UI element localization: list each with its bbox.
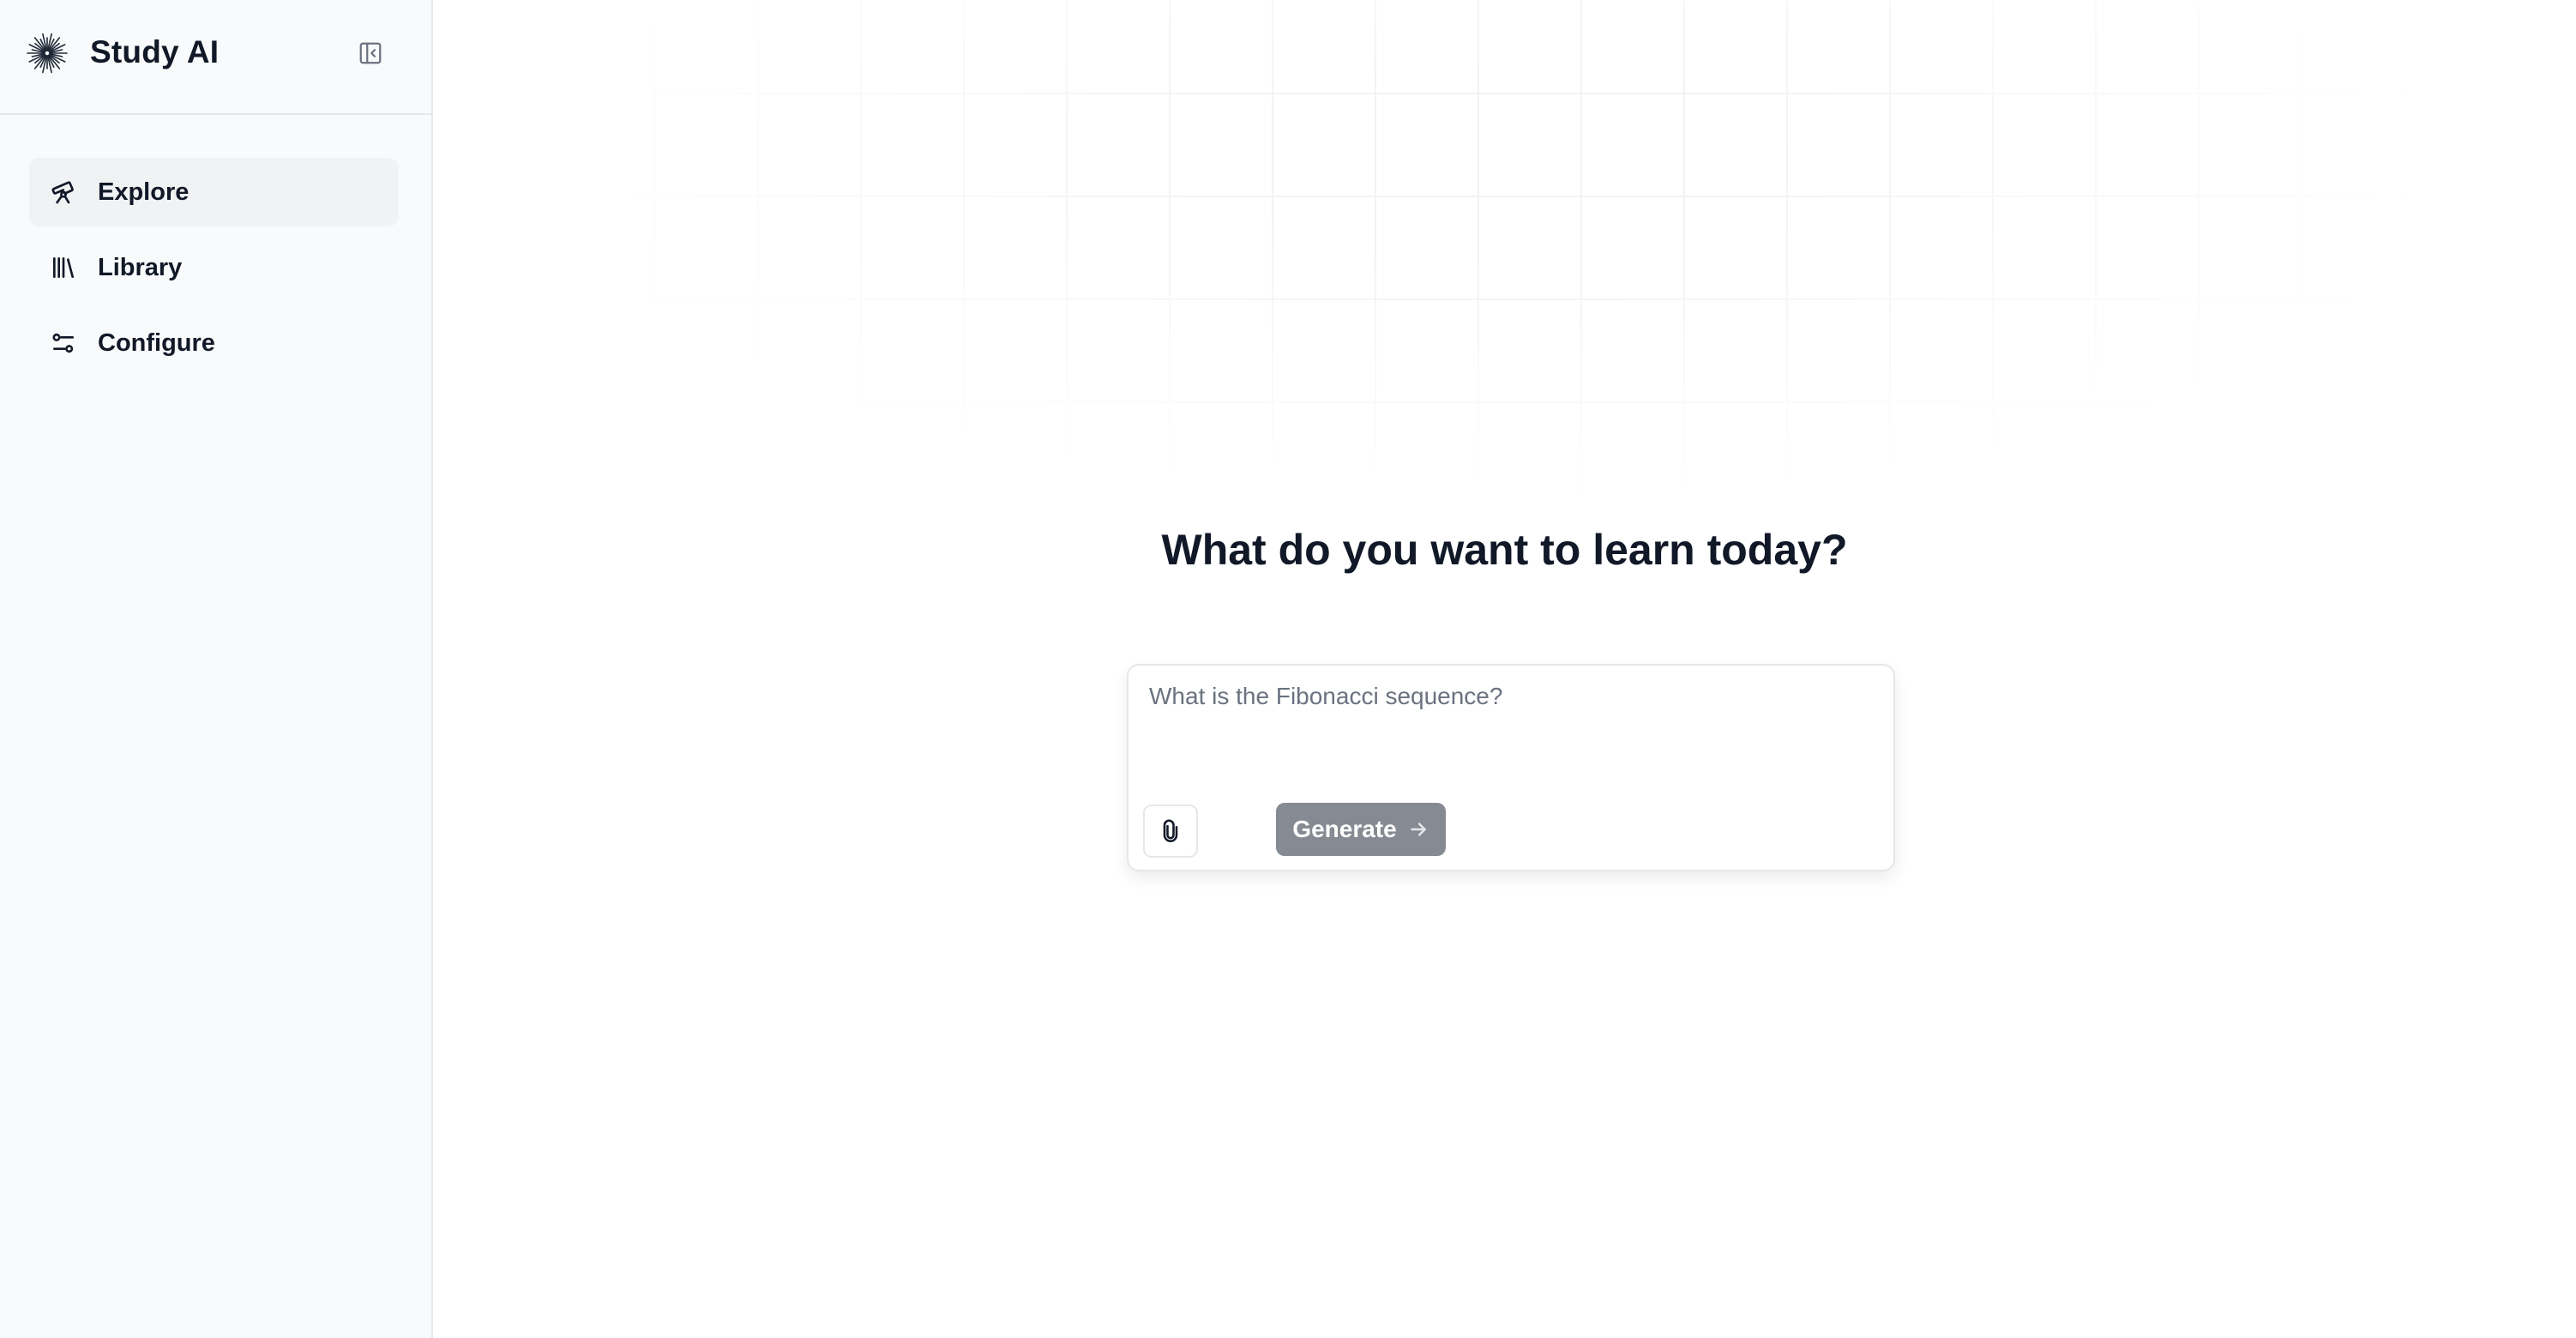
main-content: What do you want to learn today? Generat…	[433, 0, 2576, 1338]
sidebar-nav: Explore Library Configure	[29, 158, 399, 384]
prompt-card	[1127, 664, 1895, 871]
telescope-icon	[50, 178, 77, 206]
sunburst-logo-icon	[26, 32, 69, 75]
prompt-input[interactable]	[1129, 666, 1893, 794]
app-window: Study AI Explore Library Configure What …	[0, 0, 2576, 1338]
library-icon	[50, 254, 77, 281]
attach-button[interactable]	[1143, 805, 1198, 858]
paperclip-icon	[1163, 819, 1178, 842]
page-title: What do you want to learn today?	[1161, 526, 1848, 574]
sidebar-item-label: Explore	[98, 178, 190, 206]
sliders-icon	[50, 329, 77, 357]
sidebar-item-label: Configure	[98, 328, 215, 357]
sidebar-item-configure[interactable]: Configure	[29, 309, 399, 377]
sidebar-item-library[interactable]: Library	[29, 233, 399, 302]
sidebar-collapse-button[interactable]	[352, 38, 389, 69]
sidebar-header: Study AI	[0, 0, 431, 115]
sidebar-item-label: Library	[98, 253, 183, 281]
sidebar-collapse-icon	[359, 42, 382, 64]
sidebar: Study AI Explore Library Configure	[0, 0, 433, 1338]
app-brand: Study AI	[90, 34, 220, 69]
arrow-right-icon	[1410, 823, 1426, 836]
generate-label: Generate	[1292, 816, 1397, 842]
sidebar-item-explore[interactable]: Explore	[29, 158, 399, 226]
generate-button[interactable]: Generate	[1276, 803, 1446, 856]
